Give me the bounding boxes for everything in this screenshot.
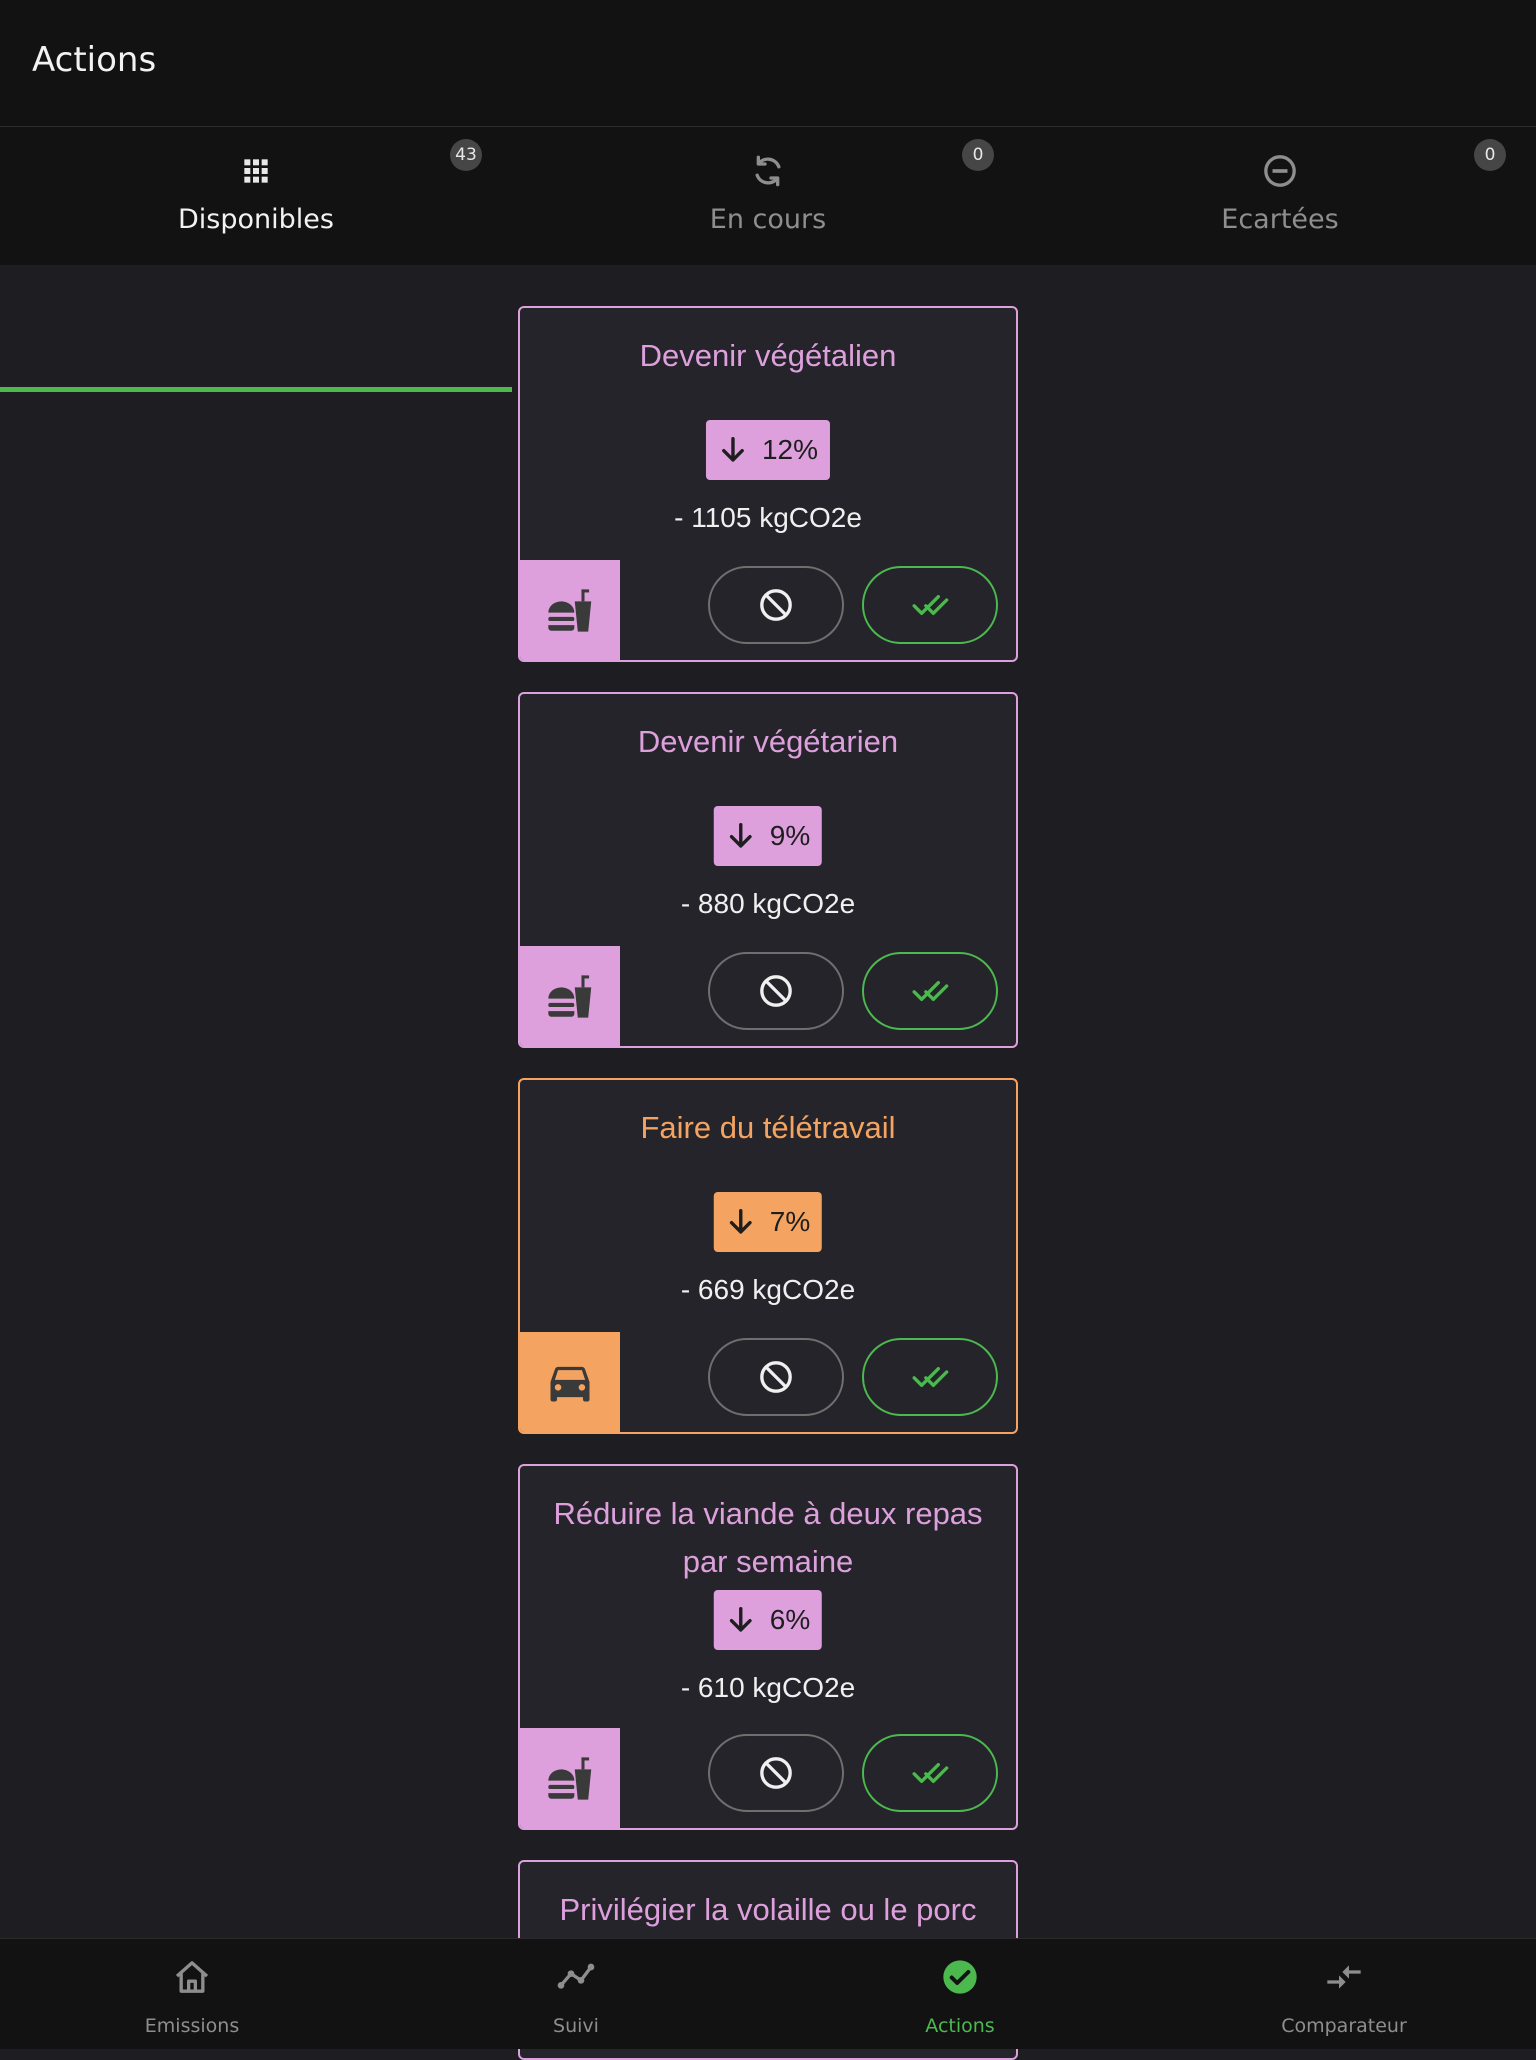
co2-reduction: - 610 kgCO2e [680,1672,856,1703]
block-icon [760,1757,792,1789]
percent-value: 7% [769,1206,811,1237]
nav-label: Emissions [144,2015,240,2037]
nav-label: Suivi [553,2015,599,2037]
compare-arrows-icon [1327,1965,1361,1989]
double-check-icon [912,981,949,1001]
dismiss-button[interactable] [708,566,844,644]
trend-line-icon [557,1963,595,1989]
active-tab-indicator [0,387,512,392]
fast-food-icon [548,589,592,632]
nav-actions[interactable]: Actions [768,1939,1152,2049]
dismiss-button[interactable] [708,952,844,1030]
category-badge [520,946,620,1046]
action-card: Devenir végétarien 9% - 880 kgCO2e [518,692,1018,1048]
action-title: Devenir végétarien [637,724,899,759]
nav-comparateur[interactable]: Comparateur [1152,1939,1536,2049]
action-card: Devenir végétalien 12% - 1105 kgCO2e [518,306,1018,662]
arrow-down-icon [729,822,752,848]
app-bar: Actions [0,0,1536,127]
dismiss-button[interactable] [708,1338,844,1416]
action-card: Faire du télétravail 7% - 669 kgCO2e [518,1078,1018,1434]
category-badge [520,1332,620,1432]
check-circle-icon [943,1960,977,1994]
nav-suivi[interactable]: Suivi [384,1939,768,2049]
reduction-percent-badge: 7% [713,1192,823,1252]
block-icon [760,975,792,1007]
fast-food-icon [548,975,592,1018]
dismiss-button[interactable] [708,1734,844,1812]
tab-en-cours[interactable]: En cours 0 [512,127,1024,265]
bottom-navigation: Emissions Suivi Actions Comparateur [0,1938,1536,2049]
tab-label: En cours [709,204,827,235]
tab-bar: Disponibles 43 En cours 0 Ecartées 0 [0,127,1536,392]
nav-label: Comparateur [1281,2015,1407,2037]
tab-disponibles[interactable]: Disponibles 43 [0,127,512,265]
home-icon [175,1961,209,1993]
accept-button[interactable] [862,952,998,1030]
percent-value: 12% [761,434,819,465]
count-badge: 0 [962,139,994,171]
grid-icon [244,159,268,183]
reduction-percent-badge: 12% [705,420,831,480]
double-check-icon [912,595,949,615]
block-icon [760,1361,792,1393]
minus-circle-icon [1264,155,1296,187]
page-title: Actions [32,40,157,80]
action-title: Faire du télétravail [640,1110,896,1145]
block-icon [760,589,792,621]
nav-label: Actions [925,2015,995,2037]
car-icon [550,1366,590,1402]
count-badge: 43 [450,139,482,171]
co2-reduction: - 880 kgCO2e [680,888,856,919]
category-badge [520,1728,620,1828]
reduction-percent-badge: 9% [713,806,823,866]
percent-value: 9% [769,820,811,851]
action-card: Réduire la viande à deux repas par semai… [518,1464,1018,1830]
accept-button[interactable] [862,566,998,644]
accept-button[interactable] [862,1338,998,1416]
nav-emissions[interactable]: Emissions [0,1939,384,2049]
category-badge [520,560,620,660]
action-title: Privilégier la volaille ou le porc [559,1892,977,1927]
co2-reduction: - 669 kgCO2e [680,1274,856,1305]
co2-reduction: - 1105 kgCO2e [674,502,862,533]
fast-food-icon [548,1757,592,1800]
arrow-down-icon [729,1606,752,1632]
arrow-down-icon [729,1208,752,1234]
action-title: Réduire la viande à deux repas par semai… [553,1496,983,1579]
double-check-icon [912,1367,949,1387]
reduction-percent-badge: 6% [713,1590,823,1650]
tab-label: Ecartées [1221,204,1339,235]
count-badge: 0 [1474,139,1506,171]
action-title: Devenir végétalien [639,338,897,373]
tab-label: Disponibles [178,204,334,235]
sync-icon [755,155,781,187]
arrow-down-icon [722,436,744,462]
double-check-icon [912,1763,949,1783]
accept-button[interactable] [862,1734,998,1812]
tab-ecartees[interactable]: Ecartées 0 [1024,127,1536,265]
percent-value: 6% [769,1604,811,1635]
